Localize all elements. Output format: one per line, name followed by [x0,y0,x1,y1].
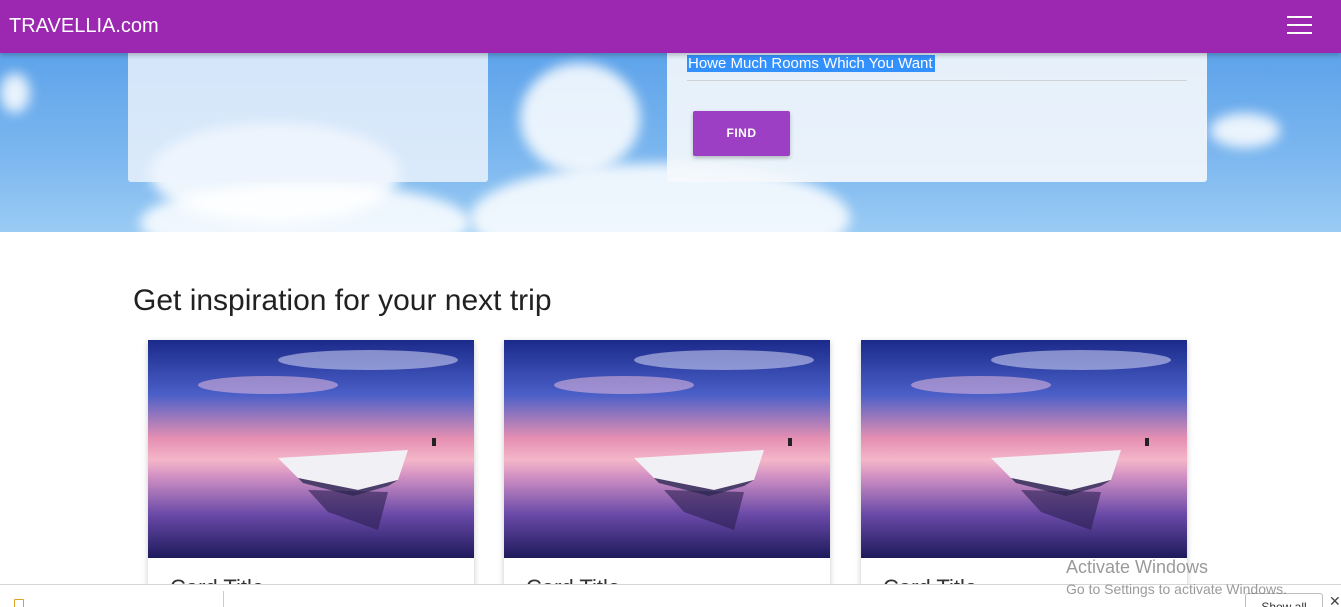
download-divider [223,591,224,607]
find-button[interactable]: FIND [693,111,790,156]
hamburger-menu-icon[interactable] [1287,15,1312,35]
menu-line [1287,24,1312,26]
trip-card[interactable]: Card Title [504,340,830,600]
watermark-subtitle: Go to Settings to activate Windows. [1066,581,1287,597]
trip-card[interactable]: Card Title [148,340,474,600]
close-icon[interactable]: ✕ [1329,593,1341,607]
watermark-title: Activate Windows [1066,557,1209,577]
search-panel-left [128,53,488,182]
section-title: Get inspiration for your next trip [133,284,552,317]
menu-line [1287,32,1312,34]
activate-windows-watermark: Activate Windows Go to Settings to activ… [1066,556,1287,598]
document-icon [14,599,24,607]
menu-line [1287,16,1312,18]
cloud-decoration [0,73,30,113]
boat-sunset-image [861,340,1187,558]
brand-logo-text[interactable]: TRAVELLIA.com [9,13,159,39]
cloud-decoration [520,63,640,173]
selected-input-text: Howe Much Rooms Which You Want [687,55,935,72]
boat-sunset-image [148,340,474,558]
hero-sky-banner: Howe Much Rooms Which You Want FIND [0,53,1341,232]
search-panel-right: Howe Much Rooms Which You Want FIND [667,53,1207,182]
boat-sunset-image [504,340,830,558]
top-navbar: TRAVELLIA.com [0,0,1341,53]
cloud-decoration [1210,113,1280,148]
rooms-count-input[interactable]: Howe Much Rooms Which You Want [687,53,1187,81]
